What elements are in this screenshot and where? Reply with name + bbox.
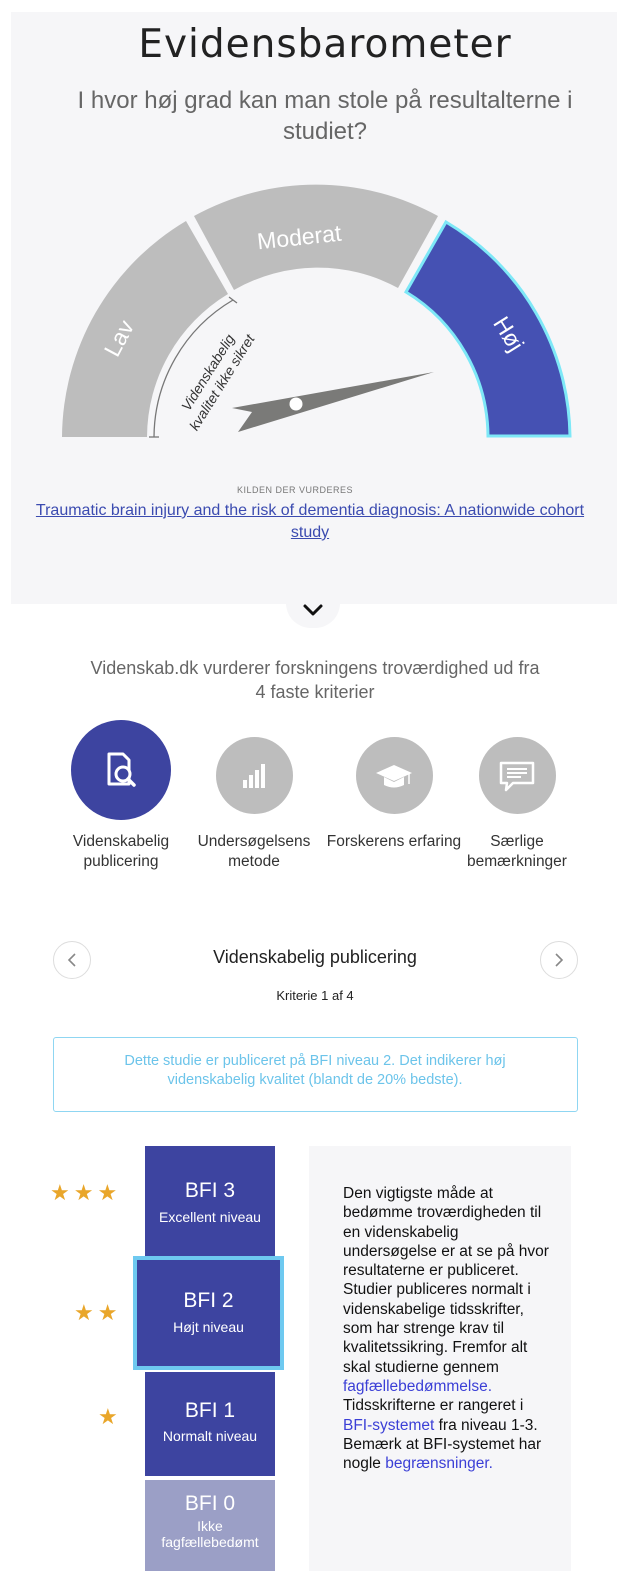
criterion-icon-circle <box>215 737 293 814</box>
gauge-needle <box>232 372 434 432</box>
speech-bubble-icon <box>499 761 535 791</box>
bfi-level-desc: Højt niveau <box>173 1319 244 1335</box>
bfi-level-2: BFI 2 Højt niveau <box>133 1256 284 1370</box>
gauge-segment-hoj[interactable] <box>403 219 572 438</box>
study-link[interactable]: Traumatic brain injury and the risk of d… <box>30 500 590 544</box>
peer-review-link[interactable]: fagfællebedømmelse. <box>343 1378 492 1395</box>
criterion-counter: Kriterie 1 af 4 <box>276 988 354 1003</box>
magnifier-document-icon <box>107 752 136 787</box>
expand-button[interactable] <box>286 578 340 628</box>
bfi-level-name: BFI 2 <box>183 1289 234 1312</box>
criterion-title: Videnskabelig publicering <box>213 947 417 967</box>
bfi-level-desc: Excellent niveau <box>159 1209 261 1225</box>
chevron-down-icon <box>303 604 323 616</box>
bar-chart-icon <box>243 763 265 788</box>
criterion-videnskabelig-publicering[interactable]: Videnskabelig publicering <box>46 720 196 872</box>
criterion-label: Særlige bemærkninger <box>467 833 567 870</box>
bfi-level-name: BFI 1 <box>184 1399 236 1422</box>
criteria-intro: Videnskab.dk vurderer forskningens trovæ… <box>90 658 540 702</box>
stars-bfi-3: ★★★ <box>50 1180 122 1205</box>
bfi-level-3: BFI 3 Excellent niveau <box>145 1146 275 1256</box>
criterion-undersogelsens-metode[interactable]: Undersøgelsens metode <box>179 737 329 872</box>
page-title: Evidensbarometer <box>138 22 512 67</box>
bfi-level-desc: Ikke fagfællebedømt <box>161 1518 259 1550</box>
criterion-label: Videnskabelig publicering <box>72 833 170 870</box>
evidence-gauge: Lav Moderat Høj Videnskabelig kvalitet i… <box>62 184 572 438</box>
limitations-link[interactable]: begrænsninger. <box>385 1455 493 1472</box>
criterion-description: Den vigtigste måde at bedømme troværdigh… <box>343 1184 555 1473</box>
verdict-text: Dette studie er publiceret på BFI niveau… <box>124 1053 506 1088</box>
bfi-level-1: BFI 1 Normalt niveau <box>145 1372 275 1476</box>
chevron-left-icon <box>67 953 76 967</box>
criterion-icon-circle <box>355 737 433 814</box>
next-criterion-button[interactable] <box>540 941 578 979</box>
previous-criterion-button[interactable] <box>53 941 91 979</box>
stars-bfi-1: ★ <box>98 1404 122 1429</box>
criterion-label: Undersøgelsens metode <box>197 833 311 870</box>
bfi-level-name: BFI 3 <box>184 1179 236 1202</box>
gauge-needle-pivot <box>289 397 303 411</box>
description-text: Den vigtigste måde at bedømme troværdigh… <box>343 1185 549 1376</box>
criterion-icon-circle <box>71 720 171 820</box>
bfi-system-link[interactable]: BFI-systemet <box>343 1417 434 1434</box>
bfi-level-name: BFI 0 <box>184 1492 236 1515</box>
bfi-level-desc: Normalt niveau <box>162 1428 258 1444</box>
page-subtitle: I hvor høj grad kan man stole på resulta… <box>77 87 573 145</box>
description-text: Tidsskrifterne er rangeret i <box>343 1397 524 1415</box>
criterion-saerlige-bemaerkninger[interactable]: Særlige bemærkninger <box>442 737 592 872</box>
graduation-cap-icon <box>376 764 412 787</box>
source-caption: KILDEN DER VURDERES <box>236 485 354 495</box>
chevron-right-icon <box>555 953 564 967</box>
stars-bfi-2: ★★ <box>74 1300 122 1325</box>
criterion-icon-circle <box>478 737 556 814</box>
bfi-level-0: BFI 0 Ikke fagfællebedømt <box>145 1480 275 1571</box>
